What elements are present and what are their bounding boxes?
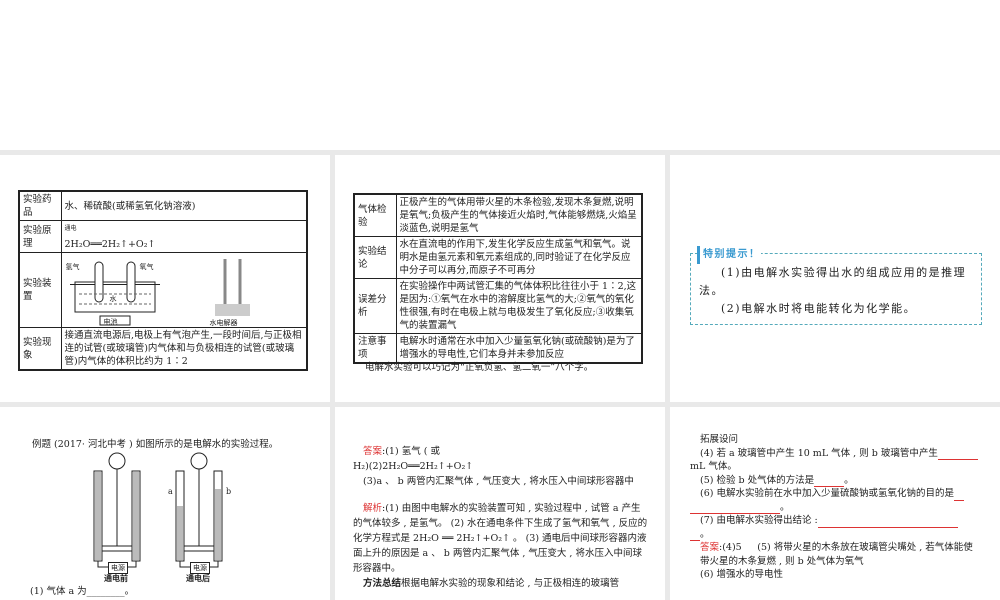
tip-box: 特别提示！ (1)由电解水实验得出水的组成应用的是推理法。 (2)电解水时将电能… [690,246,982,325]
method-text: 根据电解水实验的现象和结论 , 与正极相连的玻璃管 [401,578,620,589]
row-header: 实验现象 [18,327,62,371]
row-content: 水、稀硫酸(或稀氢氧化钠溶液) [60,190,308,221]
label-a: a [168,487,173,496]
slide-thumbnail-2[interactable]: 气体检验 正极产生的气体用带火星的木条检验,发现木条复燃,说明是氧气;负极产生的气… [335,155,665,402]
label-water: 水 [109,295,117,304]
question-4-cont: mL 气体。 [690,461,737,472]
row-header: 实验药品 [18,190,62,221]
apparatus-figure: 氢气 氧气 水 电池 水电解器 [60,252,308,329]
extension-title: 拓展设问 [700,434,739,445]
caption-after: 通电后 [186,573,210,583]
mnemonic-note: 电解水实验可以巧记为“正氧负氢、氢二氧一”八个字。 [365,362,594,373]
answer-blank [937,450,978,460]
question-6: (6) 电解水实验前在水中加入少量硫酸钠或氢氧化钠的目的是 [700,488,954,499]
label-battery: 电池 [103,318,118,327]
question-4: (4) 若 a 玻璃管中产生 10 mL 气体 , 则 b 玻璃管中产生 [700,447,938,459]
row-header: 实验装置 [18,252,62,329]
row-content: 在实验操作中两试管汇集的气体体积比往往小于 1∶2,这是因为:①氧气在水中的溶解… [395,278,643,334]
slide-thumbnail-1[interactable]: 实验药品 水、稀硫酸(或稀氢氧化钠溶液) 实验原理 通电 2H₂O══2H₂↑+O₂↑… [0,155,330,402]
label-device: 水电解器 [209,319,238,328]
answer-label: 答案 [363,446,383,457]
answer-1: :(1) 氢气 ( 或 [382,446,440,457]
row-header: 注意事项 [353,333,397,364]
analysis-text: :(1) 由图中电解水的实验装置可知 , 实验过程中 , 试管 a 产生的气体较… [353,503,648,574]
tip-title: 特别提示！ [697,246,761,264]
tip-point-1: (1)由电解水实验得出水的组成应用的是推理法。 [699,266,967,297]
row-content: 接通直流电源后,电极上有气泡产生,一段时间后,与正极相连的试管(或玻璃管)内气体… [60,327,308,371]
analysis-label: 解析 [363,503,383,514]
row-header: 实验结论 [353,236,397,279]
answer-2: H₂)(2)2H₂O══2H₂↑+O₂↑ [353,461,474,472]
row-content: 正极产生的气体用带火星的木条检验,发现木条复燃,说明是氧气;负极产生的气体接近火… [395,193,643,237]
caption-before: 通电前 [104,573,128,583]
slide-thumbnail-5[interactable]: 答案:(1) 氢气 ( 或 H₂)(2)2H₂O══2H₂↑+O₂↑ (3)a … [335,407,665,600]
slide-thumbnail-4[interactable]: 例题 (2017· 河北中考 ) 如图所示的是电解水的实验过程。 电源 电源 a… [0,407,330,600]
question-7: (7) 由电解水实验得出结论 : [700,515,818,526]
row-header: 误差分析 [353,278,397,334]
tip-point-2: (2)电解水时将电能转化为化学能。 [721,302,917,315]
label-oxygen: 氧气 [139,263,154,272]
answer-6: (6) 增强水的导电性 [700,569,783,580]
row-content: 电解水时通常在水中加入少量氢氧化钠(或硫酸钠)是为了增强水的导电性,它们本身并未… [395,333,643,364]
answer-label: 答案 [700,542,720,553]
answer-blank [690,504,780,514]
answer-blank [814,477,845,487]
question-text: 例题 (2017· 河北中考 ) 如图所示的是电解水的实验过程。 [32,439,279,450]
electrolysis-figure [93,452,223,568]
question-1: (1) 气体 a 为________。 [30,586,135,597]
answer-blank [953,491,964,501]
slide-thumbnail-3[interactable]: 特别提示！ (1)由电解水实验得出水的组成应用的是推理法。 (2)电解水时将电能… [670,155,1000,402]
row-header: 气体检验 [353,193,397,237]
question-5: (5) 检验 b 处气体的方法是 [700,474,815,486]
slide-thumbnail-6[interactable]: 拓展设问 (4) 若 a 玻璃管中产生 10 mL 气体 , 则 b 玻璃管中产… [670,407,1000,600]
label-hydrogen: 氢气 [65,263,80,272]
answer-blank [690,531,700,541]
equation: 通电 2H₂O══2H₂↑+O₂↑ [60,219,308,254]
label-b: b [226,487,232,496]
row-header: 实验原理 [18,219,62,254]
method-label: 方法总结 [363,578,402,589]
row-content: 水在直流电的作用下,发生化学反应生成氢气和氧气。说明水是由氢元素和氧元素组成的,… [395,236,643,279]
answer-blank [817,518,958,528]
answer-3: (3)a 、 b 两管内汇聚气体 , 气压变大 , 将水压入中间球形容器中 [363,476,634,487]
answer-text: :(4)5 (5) 将带火星的木条放在玻璃管尖嘴处 , 若气体能使带火星的木条复… [700,542,973,567]
